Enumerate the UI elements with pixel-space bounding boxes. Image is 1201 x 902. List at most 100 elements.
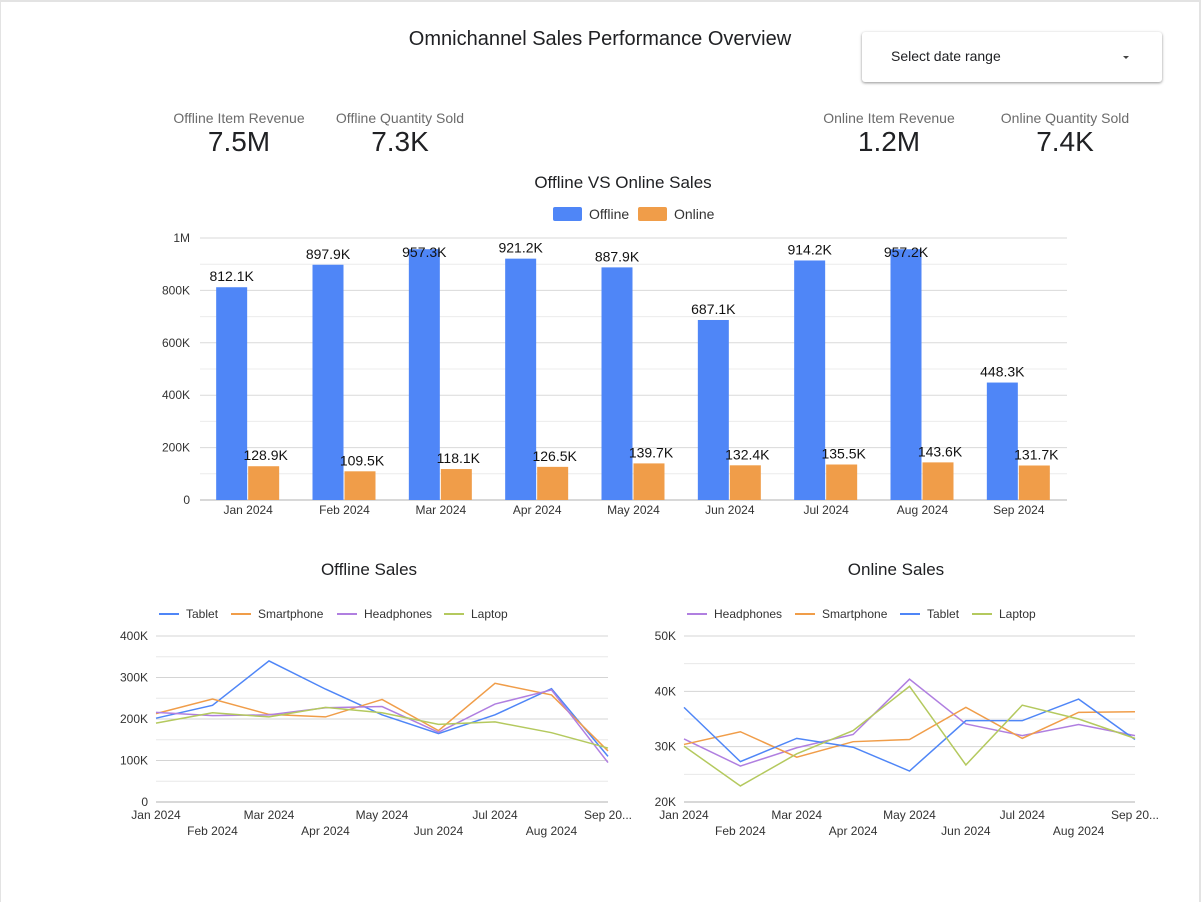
data-label-offline: 887.9K <box>595 248 640 264</box>
y-tick-label: 400K <box>162 388 190 402</box>
x-tick-label: May 2024 <box>607 503 660 517</box>
bar-online <box>633 463 665 500</box>
data-label-offline: 957.2K <box>884 244 929 260</box>
data-label-online: 118.1K <box>437 450 481 466</box>
bar-online <box>344 471 376 500</box>
bar-online <box>440 469 472 500</box>
data-label-online: 128.9K <box>243 447 288 463</box>
bar-offline <box>216 287 248 500</box>
x-tick-label: May 2024 <box>356 808 409 822</box>
x-tick-label: Jul 2024 <box>472 808 518 822</box>
x-tick-label: Jun 2024 <box>941 824 991 838</box>
x-tick-label: Jan 2024 <box>659 808 709 822</box>
online-line-chart: Online Sales Headphones Smartphone Tablet La… <box>655 560 1159 838</box>
x-tick-label: Sep 20... <box>1111 808 1159 822</box>
bar-online <box>729 465 761 500</box>
bar-chart: Offline VS Online Sales Offline Online 0 200… <box>162 173 1067 517</box>
data-label-offline: 914.2K <box>787 241 832 257</box>
x-tick-label: Feb 2024 <box>319 503 370 517</box>
bar-offline <box>890 249 922 500</box>
bar-offline <box>697 319 729 500</box>
data-label-online: 131.7K <box>1014 446 1059 462</box>
data-label-offline: 897.9K <box>306 246 351 262</box>
series-line-laptop <box>155 706 609 749</box>
y-tick-label: 40K <box>655 684 676 698</box>
legend-label-smartphone: Smartphone <box>822 607 888 621</box>
x-tick-label: Jun 2024 <box>705 503 755 517</box>
line-chart-title: Online Sales <box>848 560 944 579</box>
y-tick-label: 300K <box>120 671 148 685</box>
y-tick-label: 400K <box>120 629 148 643</box>
legend-label-headphones: Headphones <box>714 607 782 621</box>
data-label-online: 139.7K <box>629 444 674 460</box>
x-tick-label: Apr 2024 <box>829 824 878 838</box>
x-tick-label: Aug 2024 <box>1053 824 1105 838</box>
y-tick-label: 0 <box>141 795 148 809</box>
y-tick-label: 200K <box>120 712 148 726</box>
bar-chart-title: Offline VS Online Sales <box>534 173 711 192</box>
data-label-offline: 957.3K <box>402 244 447 260</box>
bar-online <box>537 466 569 500</box>
line-chart-title: Offline Sales <box>321 560 417 579</box>
x-tick-label: Aug 2024 <box>526 824 578 838</box>
bar-offline <box>986 382 1018 500</box>
bar-online <box>248 466 280 500</box>
legend-label-online: Online <box>674 206 715 222</box>
y-tick-label: 30K <box>655 740 676 754</box>
series-line-headphones <box>683 678 1136 767</box>
y-tick-label: 20K <box>655 795 676 809</box>
y-tick-label: 50K <box>655 629 676 643</box>
bar-offline <box>794 260 826 500</box>
x-tick-label: Jun 2024 <box>414 824 464 838</box>
bar-online <box>922 462 954 500</box>
offline-line-chart: Offline Sales Tablet Smartphone Headphones L… <box>120 560 632 838</box>
legend-swatch-offline <box>553 207 582 221</box>
y-tick-label: 600K <box>162 336 190 350</box>
bar-offline <box>408 249 440 500</box>
y-tick-label: 1M <box>173 231 190 245</box>
legend-swatch-online <box>638 207 667 221</box>
x-tick-label: Mar 2024 <box>771 808 822 822</box>
x-tick-label: Mar 2024 <box>244 808 295 822</box>
data-label-offline: 448.3K <box>980 364 1025 380</box>
bar-online <box>1018 465 1050 500</box>
x-tick-label: Apr 2024 <box>513 503 562 517</box>
legend-label-smartphone: Smartphone <box>258 607 324 621</box>
y-tick-label: 200K <box>162 441 190 455</box>
x-tick-label: Sep 2024 <box>993 503 1045 517</box>
data-label-offline: 812.1K <box>209 268 254 284</box>
charts-canvas: Offline VS Online Sales Offline Online 0 200… <box>120 173 1159 838</box>
bar-online <box>826 464 858 500</box>
legend-label-offline: Offline <box>589 206 629 222</box>
x-tick-label: Jul 2024 <box>803 503 849 517</box>
legend-label-laptop: Laptop <box>999 607 1036 621</box>
legend-label-tablet: Tablet <box>927 607 960 621</box>
legend-label-headphones: Headphones <box>364 607 432 621</box>
legend-label-tablet: Tablet <box>186 607 219 621</box>
data-label-online: 109.5K <box>340 452 385 468</box>
y-tick-label: 0 <box>183 493 190 507</box>
data-label-offline: 687.1K <box>691 301 736 317</box>
y-tick-label: 800K <box>162 283 190 297</box>
series-line-tablet <box>155 660 609 757</box>
data-label-offline: 921.2K <box>498 240 543 256</box>
x-tick-label: Jan 2024 <box>131 808 181 822</box>
x-tick-label: Sep 20... <box>584 808 632 822</box>
x-tick-label: Aug 2024 <box>897 503 949 517</box>
legend-label-laptop: Laptop <box>471 607 508 621</box>
data-label-online: 132.4K <box>725 446 770 462</box>
series-line-smartphone <box>683 706 1136 758</box>
x-tick-label: Feb 2024 <box>187 824 238 838</box>
series-line-headphones <box>155 689 609 764</box>
x-tick-label: Jul 2024 <box>1000 808 1046 822</box>
x-tick-label: May 2024 <box>883 808 936 822</box>
data-label-online: 143.6K <box>918 443 963 459</box>
x-tick-label: Apr 2024 <box>301 824 350 838</box>
data-label-online: 126.5K <box>532 448 577 464</box>
bar-offline <box>601 267 633 500</box>
x-tick-label: Feb 2024 <box>715 824 766 838</box>
data-label-online: 135.5K <box>821 445 866 461</box>
series-line-tablet <box>683 698 1136 772</box>
y-tick-label: 100K <box>120 754 148 768</box>
x-tick-label: Mar 2024 <box>415 503 466 517</box>
